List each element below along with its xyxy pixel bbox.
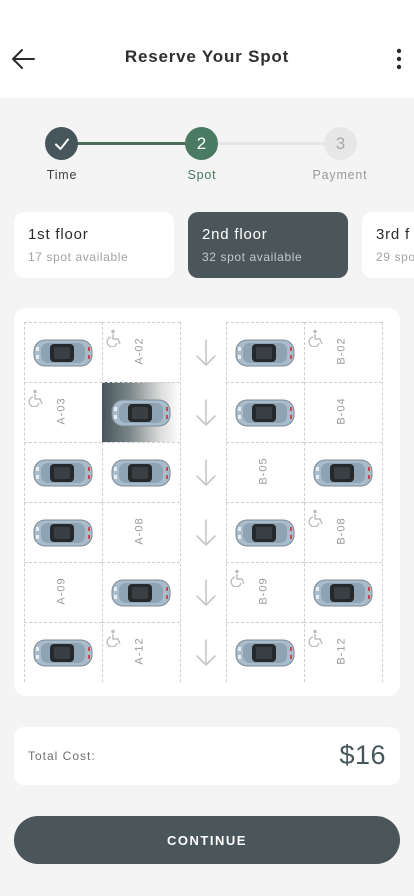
progress-stepper: 2 3 Time Spot Payment (0, 122, 414, 192)
parking-spot-occupied (226, 382, 304, 442)
parking-spot-available[interactable]: A-03 (24, 382, 102, 442)
parking-spot-occupied (24, 322, 102, 382)
floor-availability: 29 spo (376, 250, 414, 264)
parking-spot-occupied (24, 442, 102, 502)
step-3-circle[interactable]: 3 (324, 127, 357, 160)
spot-label: B-05 (257, 457, 270, 485)
step-1-circle[interactable] (45, 127, 78, 160)
spot-label: A-09 (55, 577, 68, 605)
continue-button[interactable]: CONTINUE (14, 816, 400, 864)
parking-spot-available[interactable]: A-08 (102, 502, 180, 562)
parking-spot-occupied (304, 442, 382, 502)
floor-card-3rd[interactable]: 3rd f 29 spo (362, 212, 414, 278)
car-icon (33, 339, 93, 366)
floor-availability: 32 spot available (202, 250, 303, 264)
arrow-down-icon (196, 579, 216, 606)
step-2-circle[interactable]: 2 (185, 127, 218, 160)
car-icon (235, 339, 295, 366)
spot-label: B-09 (257, 577, 270, 605)
parking-spot-available[interactable]: A-12 (102, 622, 180, 682)
floor-name: 2nd floor (202, 226, 268, 243)
car-icon (33, 519, 93, 546)
floor-name: 1st floor (28, 226, 89, 243)
total-cost-label: Total Cost: (28, 749, 96, 763)
spot-label: B-04 (335, 397, 348, 425)
parking-spot-available[interactable]: B-02 (304, 322, 382, 382)
step-2-label: Spot (187, 168, 217, 182)
car-icon (313, 459, 373, 486)
parking-map: A-02 B-02 A-03 B-04 B-05 A-08 B-08 A-09 B-09 A-12… (14, 308, 400, 696)
car-icon (235, 399, 295, 426)
step-3-label: Payment (312, 168, 368, 182)
step-connector-pending (202, 142, 341, 145)
car-icon (235, 639, 295, 666)
step-connector-complete (62, 142, 202, 145)
wheelchair-icon (308, 329, 323, 347)
spot-label: A-08 (133, 517, 146, 545)
arrow-down-icon (196, 459, 216, 486)
parking-spot-occupied (226, 322, 304, 382)
more-vertical-icon (396, 48, 402, 70)
more-options-button[interactable] (392, 45, 406, 73)
car-icon (235, 519, 295, 546)
car-icon (313, 579, 373, 606)
parking-spot-available[interactable]: B-04 (304, 382, 382, 442)
spot-label: A-02 (133, 337, 146, 365)
car-icon (111, 459, 171, 486)
parking-spot-occupied (226, 622, 304, 682)
app-header: Reserve Your Spot (0, 0, 414, 98)
floor-availability: 17 spot available (28, 250, 129, 264)
wheelchair-icon (106, 629, 121, 647)
car-icon (111, 399, 171, 426)
spot-label: B-02 (335, 337, 348, 365)
arrow-down-icon (196, 339, 216, 366)
floor-card-2nd[interactable]: 2nd floor 32 spot available (188, 212, 348, 278)
parking-spot-available[interactable]: A-02 (102, 322, 180, 382)
parking-spot-occupied (226, 502, 304, 562)
wheelchair-icon (28, 389, 43, 407)
wheelchair-icon (230, 569, 245, 587)
parking-spot-occupied (102, 562, 180, 622)
parking-divider (180, 322, 181, 682)
parking-spot-occupied (24, 622, 102, 682)
spot-label: A-12 (133, 637, 146, 665)
floor-card-1st[interactable]: 1st floor 17 spot available (14, 212, 174, 278)
car-icon (33, 459, 93, 486)
car-icon (111, 579, 171, 606)
spot-label: B-12 (335, 637, 348, 665)
wheelchair-icon (308, 509, 323, 527)
spot-label: A-03 (55, 397, 68, 425)
page-title: Reserve Your Spot (124, 47, 290, 66)
parking-spot-available[interactable]: B-09 (226, 562, 304, 622)
parking-spot-available[interactable]: A-09 (24, 562, 102, 622)
parking-spot-available[interactable]: B-12 (304, 622, 382, 682)
spot-label: B-08 (335, 517, 348, 545)
wheelchair-icon (308, 629, 323, 647)
total-cost-card: Total Cost: $16 (14, 727, 400, 785)
parking-spot-occupied (24, 502, 102, 562)
total-cost-value: $16 (339, 740, 386, 770)
parking-spot-available[interactable]: B-08 (304, 502, 382, 562)
parking-spot-available[interactable]: B-05 (226, 442, 304, 502)
arrow-down-icon (196, 399, 216, 426)
parking-spot-selected[interactable] (102, 382, 180, 442)
arrow-down-icon (196, 639, 216, 666)
floor-name: 3rd f (376, 226, 411, 243)
wheelchair-icon (106, 329, 121, 347)
car-icon (33, 639, 93, 666)
arrow-down-icon (196, 519, 216, 546)
check-icon (54, 138, 69, 150)
parking-spot-occupied (304, 562, 382, 622)
step-1-label: Time (46, 168, 78, 182)
parking-spot-occupied (102, 442, 180, 502)
parking-divider (382, 322, 383, 682)
